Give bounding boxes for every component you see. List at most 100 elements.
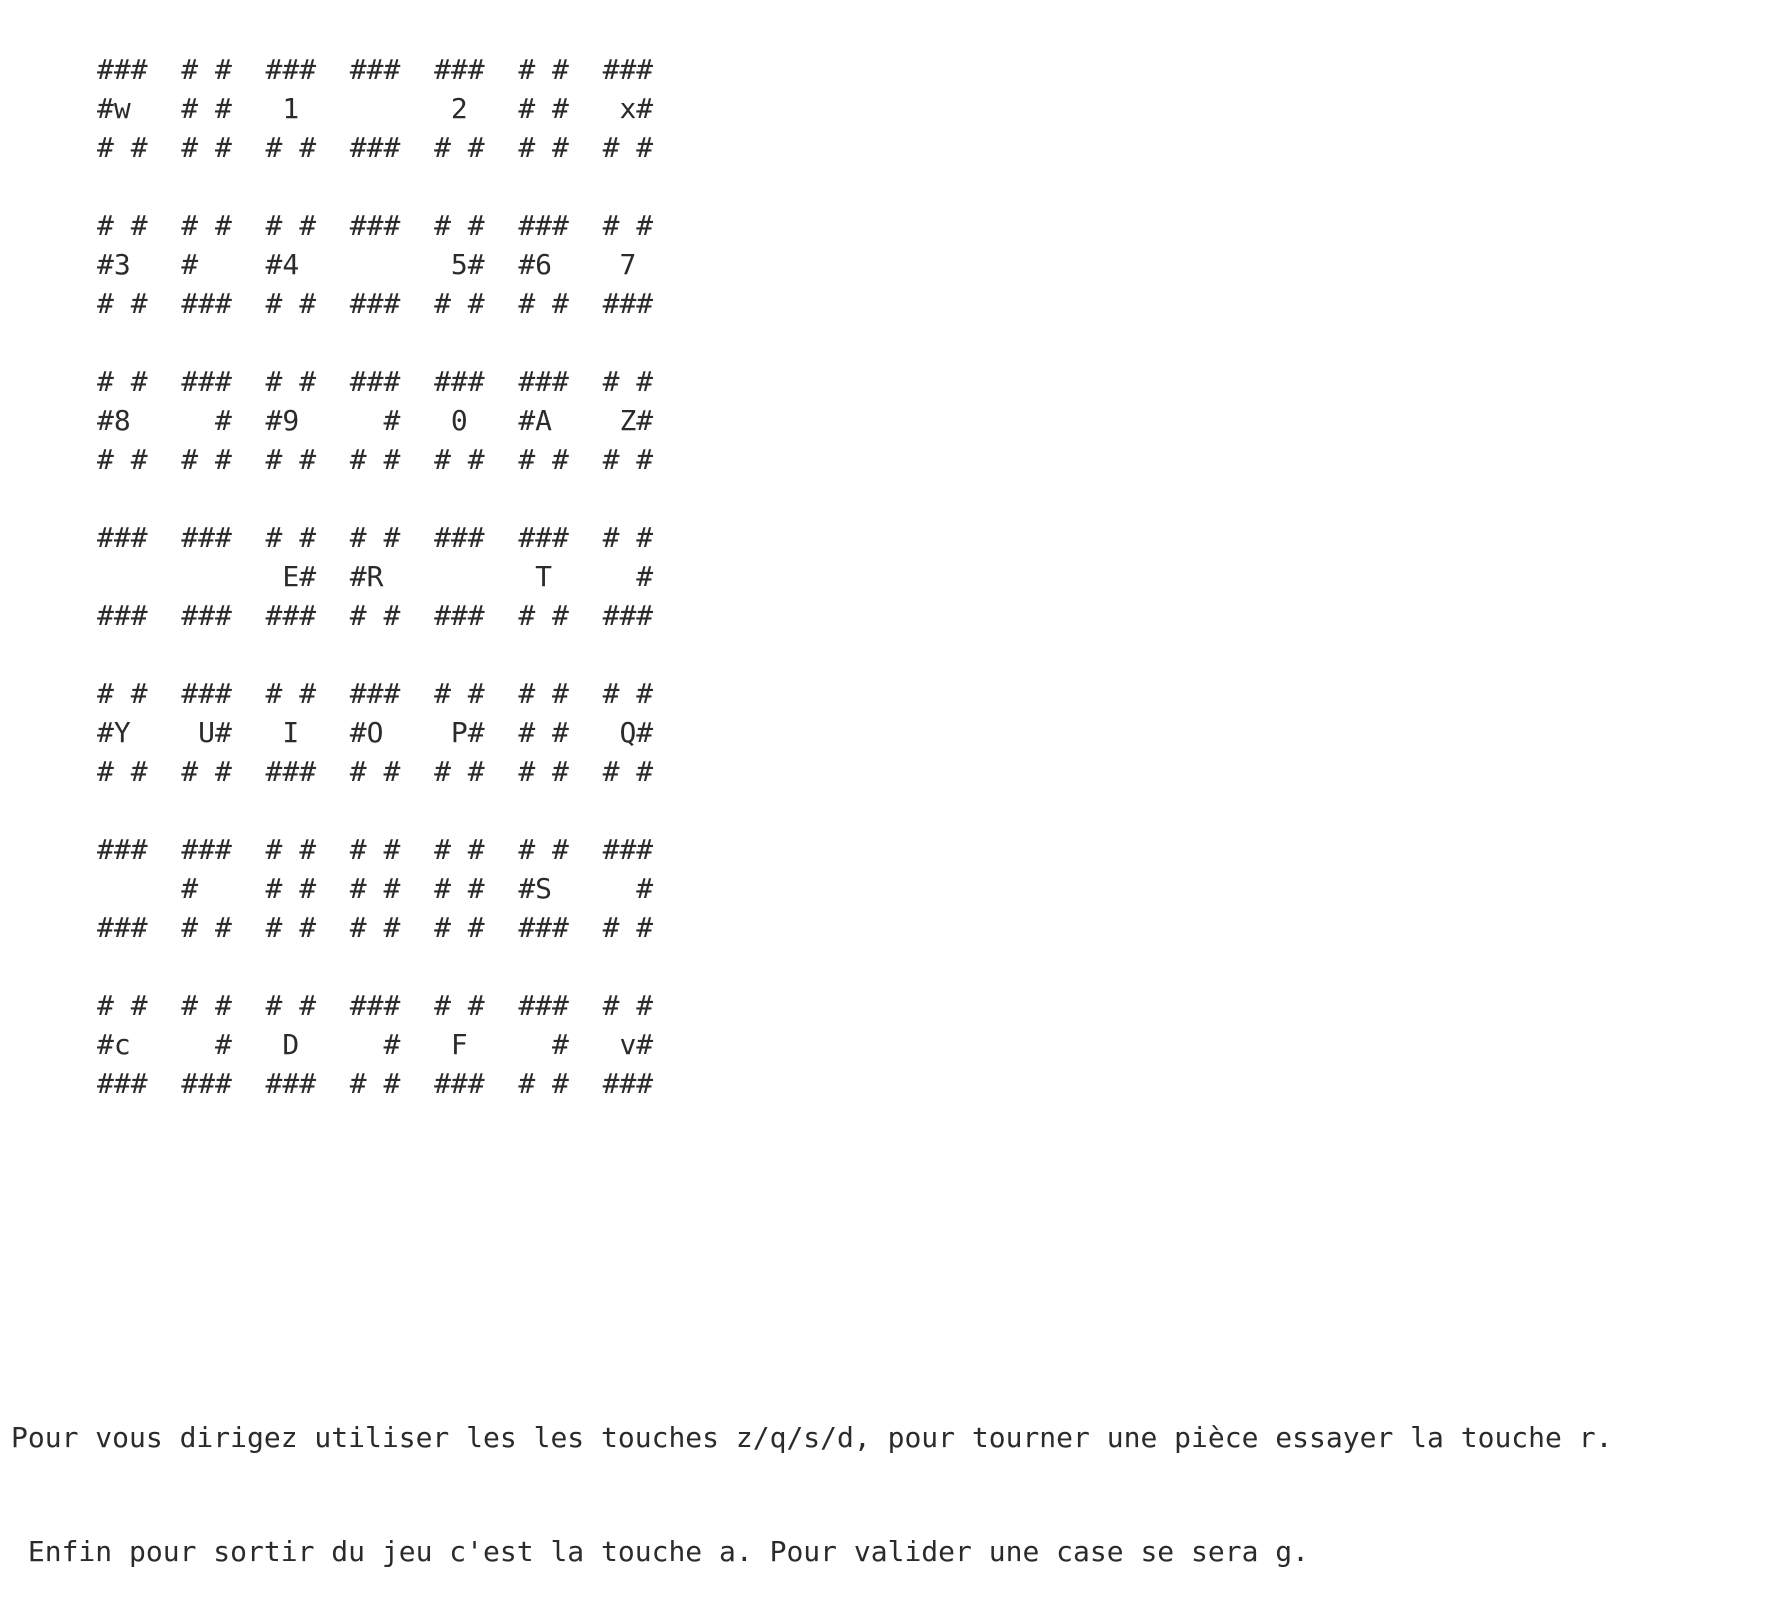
board-text-line: #8 # #9 # 0 #A Z# — [97, 401, 653, 440]
tile-row-1-col-0-line-1: #3 — [97, 248, 148, 281]
tile-row-1-col-6-line-2: ### — [602, 287, 654, 320]
tile-row-1-col-0-line-0: # # — [97, 209, 148, 242]
board-text-line: ### ### # # # # ### ### # # — [97, 518, 653, 557]
tile-row-2-col-2-line-0: # # — [265, 365, 317, 398]
board-text-line: ### # # ### ### ### # # ### — [97, 50, 653, 89]
tile-row-6-col-6-line-2: ### — [602, 1067, 654, 1100]
tile-row-6-col-5-line-0: ### — [518, 989, 569, 1022]
tile-row-6-col-4-line-2: ### — [434, 1067, 485, 1100]
tile-row-0-col-3-line-1 — [350, 89, 401, 128]
tile-row-4-col-2-line-0: # # — [265, 677, 317, 710]
tile-row-0-col-1-line-2: # # — [181, 131, 232, 164]
board-text-line: #w # # 1 2 # # x# — [97, 89, 653, 128]
tile-row-5-col-4-line-1: # # — [434, 872, 485, 905]
tile-row-0-col-2-line-2: # # — [265, 131, 317, 164]
board-text-line: #3 # #4 5# #6 7 — [97, 245, 653, 284]
tile-row-3-col-1-line-2: ### — [181, 599, 232, 632]
tile-row-4-col-3-line-2: # # — [349, 755, 401, 788]
tile-row-6-col-3-line-2: # # — [349, 1067, 401, 1100]
tile-row-5-col-0-line-2: ### — [97, 911, 148, 944]
tile-row-4-col-0-line-1: #Y — [97, 716, 148, 749]
tile-row-0-col-4-line-1: 2 — [434, 92, 485, 125]
tile-row-0-col-2-line-0: ### — [265, 53, 317, 86]
tile-row-1-col-6-line-0: # # — [602, 209, 654, 242]
tile-row-6-col-0-line-0: # # — [97, 989, 148, 1022]
tile-row-3-col-0-line-2: ### — [97, 599, 148, 632]
tile-row-4-col-0-line-0: # # — [97, 677, 148, 710]
tile-row-5-col-5-line-0: # # — [518, 833, 569, 866]
tile-row-1-col-3-line-2: ### — [349, 287, 401, 320]
tile-row-2-col-2-line-1: #9 — [265, 404, 317, 437]
tile-row-0-col-5-line-2: # # — [518, 131, 569, 164]
tile-row-2-col-4-line-0: ### — [434, 365, 485, 398]
tile-row-2-col-0-line-0: # # — [97, 365, 148, 398]
tile-row-5-col-0-line-0: ### — [97, 833, 148, 866]
tile-row-4-col-0-line-2: # # — [97, 755, 148, 788]
tile-row-6-col-0-line-1: #c — [97, 1028, 148, 1061]
board-text-line: # # # # ### # # # # # # # # — [97, 752, 653, 791]
tile-row-gap — [97, 947, 653, 986]
tile-row-5-col-4-line-2: # # — [434, 911, 485, 944]
tile-row-6-col-5-line-1: # — [518, 1028, 569, 1061]
tile-row-5-col-5-line-1: #S — [518, 872, 569, 905]
tile-row-4-col-6-line-0: # # — [602, 677, 654, 710]
tile-row-6-col-3-line-0: ### — [349, 989, 401, 1022]
tile-row-5-col-6-line-1: # — [602, 872, 654, 905]
tile-row-4-col-3-line-1: #O — [349, 716, 401, 749]
tile-row-5-col-1-line-1: # — [181, 872, 232, 905]
board-text-line: ### # # # # # # # # ### # # — [97, 908, 653, 947]
tile-row-4-col-4-line-1: P# — [434, 716, 485, 749]
tile-row-gap — [97, 323, 653, 362]
tile-row-3-col-6-line-0: # # — [602, 521, 654, 554]
board-text-line: # # # # # # # # # # # # # # — [97, 440, 653, 479]
tile-row-5-col-2-line-0: # # — [265, 833, 317, 866]
tile-row-6-col-1-line-1: # — [181, 1028, 232, 1061]
tile-row-0-col-6-line-1: x# — [602, 92, 654, 125]
tile-row-1-col-2-line-1: #4 — [265, 248, 317, 281]
board-text-line: ### ### # # # # # # # # ### — [97, 830, 653, 869]
board-text-line: # # # # # # ### # # # # # # — [97, 128, 653, 167]
tile-row-0-col-3-line-2: ### — [349, 131, 401, 164]
tile-row-2-col-4-line-2: # # — [434, 443, 485, 476]
tile-row-0-col-4-line-0: ### — [434, 53, 485, 86]
tile-row-0-col-1-line-1: # # — [181, 92, 232, 125]
tile-row-0-col-0-line-2: # # — [97, 131, 148, 164]
tile-row-0-col-5-line-1: # # — [518, 92, 569, 125]
tile-row-5-col-6-line-0: ### — [602, 833, 654, 866]
tile-row-2-col-0-line-2: # # — [97, 443, 148, 476]
tile-row-2-col-6-line-2: # # — [602, 443, 654, 476]
tile-row-1-col-5-line-1: #6 — [518, 248, 569, 281]
tile-row-2-col-6-line-1: Z# — [602, 404, 654, 437]
tile-row-6-col-2-line-1: D — [265, 1028, 317, 1061]
tile-row-1-col-3-line-1 — [350, 245, 401, 284]
tile-row-gap — [97, 791, 653, 830]
tile-row-0-col-1-line-0: # # — [181, 53, 232, 86]
board-text-line: #Y U# I #O P# # # Q# — [97, 713, 653, 752]
tile-row-6-col-2-line-0: # # — [265, 989, 317, 1022]
tile-row-5-col-3-line-1: # # — [349, 872, 401, 905]
board-text-line: ### ### ### # # ### # # ### — [97, 1064, 653, 1103]
tile-row-4-col-4-line-2: # # — [434, 755, 485, 788]
tile-row-1-col-1-line-0: # # — [181, 209, 232, 242]
tile-row-4-col-1-line-2: # # — [181, 755, 232, 788]
tile-row-2-col-1-line-1: # — [181, 404, 232, 437]
board-text-line: E# #R T # — [97, 557, 653, 596]
board-text-line: # # # # # # ### # # ### # # — [97, 986, 653, 1025]
tile-row-6-col-0-line-2: ### — [97, 1067, 148, 1100]
tile-row-2-col-5-line-0: ### — [518, 365, 569, 398]
tile-row-2-col-4-line-1: 0 — [434, 404, 485, 437]
tile-row-2-col-3-line-2: # # — [349, 443, 401, 476]
tile-row-0-col-4-line-2: # # — [434, 131, 485, 164]
tile-row-1-col-1-line-2: ### — [181, 287, 232, 320]
tile-row-4-col-3-line-0: ### — [349, 677, 401, 710]
tile-row-gap — [97, 167, 653, 206]
tile-row-2-col-2-line-2: # # — [265, 443, 317, 476]
tile-row-6-col-1-line-2: ### — [181, 1067, 232, 1100]
tile-row-4-col-5-line-2: # # — [518, 755, 569, 788]
instructions-text: Pour vous dirigez utiliser les les touch… — [11, 1343, 1612, 1609]
tile-row-3-col-4-line-1 — [434, 557, 485, 596]
tile-row-2-col-3-line-0: ### — [349, 365, 401, 398]
tile-row-2-col-3-line-1: # — [349, 404, 401, 437]
tile-row-5-col-5-line-2: ### — [518, 911, 569, 944]
tile-row-4-col-1-line-1: U# — [181, 716, 232, 749]
